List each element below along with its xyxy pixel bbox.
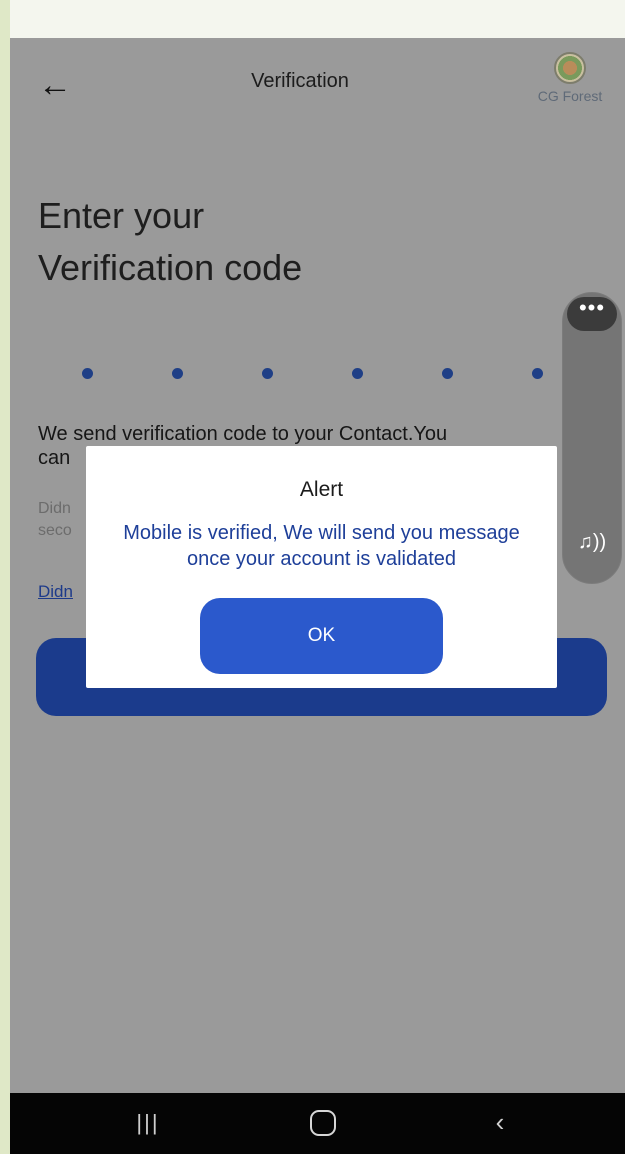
alert-dialog: Alert Mobile is verified, We will send y… — [86, 446, 557, 688]
otp-digit-1[interactable] — [82, 368, 93, 379]
app-logo: CG Forest — [525, 52, 615, 116]
phone-screen: ← Verification CG Forest Enter your Veri… — [10, 0, 625, 1154]
otp-input[interactable] — [82, 368, 602, 384]
otp-digit-2[interactable] — [172, 368, 183, 379]
info-line-1: We send verification code to your Contac… — [38, 423, 448, 445]
more-horizontal-icon[interactable]: ••• — [567, 297, 617, 331]
heading-line-1: Enter your — [38, 195, 205, 236]
audio-wave-icon[interactable]: ♫)) — [569, 531, 615, 561]
page-title: Verification — [251, 70, 349, 92]
otp-digit-5[interactable] — [442, 368, 453, 379]
back-chevron-icon[interactable]: ‹ — [480, 1107, 520, 1137]
system-navigation-bar: ||| ‹ — [10, 1093, 625, 1154]
ok-button[interactable]: OK — [200, 598, 443, 674]
home-icon[interactable] — [310, 1110, 336, 1136]
otp-digit-3[interactable] — [262, 368, 273, 379]
recent-apps-icon[interactable]: ||| — [128, 1109, 168, 1137]
logo-label: CG Forest — [537, 88, 603, 104]
dialog-title: Alert — [299, 478, 344, 501]
heading-line-2: Verification code — [38, 247, 303, 288]
floating-side-panel[interactable]: ••• ♫)) — [562, 292, 622, 584]
otp-digit-6[interactable] — [532, 368, 543, 379]
otp-digit-4[interactable] — [352, 368, 363, 379]
verification-heading: Enter your Verification code — [38, 190, 558, 294]
arrow-left-icon[interactable]: ← — [38, 66, 82, 106]
status-bar — [10, 0, 625, 38]
dialog-message: Mobile is verified, We will send you mes… — [123, 522, 520, 570]
forest-emblem-icon — [554, 52, 586, 84]
